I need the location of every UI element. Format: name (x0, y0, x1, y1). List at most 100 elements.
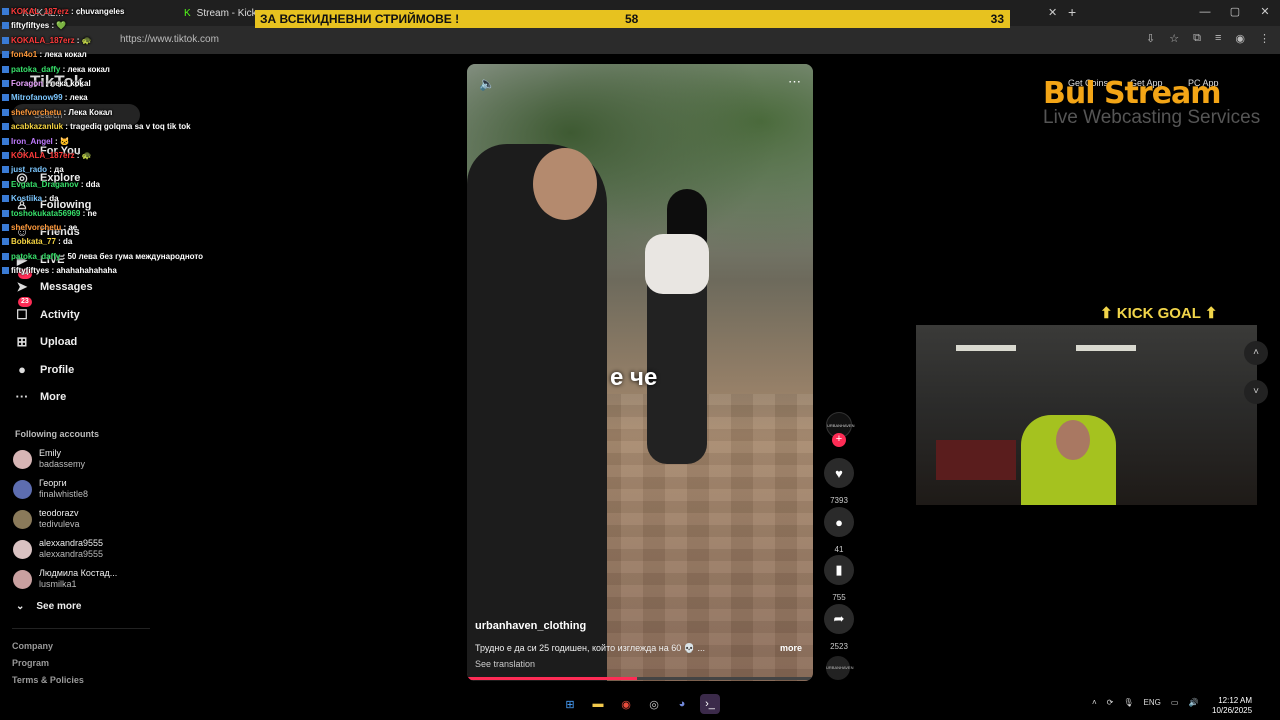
streamer-webcam (916, 325, 1257, 505)
file-explorer-icon[interactable]: ▬ (588, 694, 608, 714)
following-accounts-title: Following accounts (15, 429, 100, 439)
following-account-item[interactable]: alexxandra9555 alexxandra9555 (13, 538, 103, 560)
chat-badge-icon (2, 94, 9, 102)
address-bar: https://www.tiktok.com ⇩ ☆ ⧉ ≡ ◉ ⋮ (0, 26, 1280, 54)
footer-terms[interactable]: Terms & Policies (12, 675, 84, 685)
share-action[interactable]: ➦ 2523 (824, 604, 854, 651)
chat-message: Evgata_Draganov : dda (2, 180, 100, 189)
following-account-item[interactable]: Людмила Костад... lusmilka1 (13, 568, 117, 590)
mic-icon[interactable]: 🎙 (1123, 698, 1133, 707)
menu-icon[interactable]: ⋮ (1259, 32, 1270, 45)
install-icon[interactable]: ⇩ (1146, 32, 1155, 45)
comment-action[interactable]: ● 41 (824, 507, 854, 554)
sync-icon[interactable]: ⟳ (1107, 698, 1114, 707)
see-more-button[interactable]: ⌄ See more (16, 601, 81, 612)
chat-badge-icon (2, 166, 9, 174)
more-options-icon[interactable]: ⋯ (788, 74, 801, 90)
terminal-icon[interactable]: ›_ (700, 694, 720, 714)
next-video-button[interactable]: ˅ (1244, 380, 1268, 404)
sidebar-item-upload[interactable]: ⊞ Upload (14, 334, 78, 350)
share-icon[interactable]: ➦ (824, 604, 854, 634)
url-field[interactable]: https://www.tiktok.com (120, 34, 219, 45)
share-count: 2523 (830, 642, 848, 651)
sidebar-item-messages[interactable]: ➤ 64 Messages (14, 269, 93, 295)
language-indicator[interactable]: ENG (1144, 698, 1161, 707)
video-player[interactable]: 🔈 ⋯ е че urbanhaven_clothing Трудно е да… (467, 64, 813, 681)
comment-icon[interactable]: ● (824, 507, 854, 537)
network-icon[interactable]: ▭ (1171, 698, 1179, 707)
video-man-head (533, 148, 597, 220)
close-tab-icon[interactable]: ✕ (1048, 6, 1057, 19)
see-more-label: See more (36, 601, 82, 612)
upload-icon: ⊞ (16, 334, 28, 349)
taskbar-apps: ⊞ ▬ ◉ ◎ ◕ ›_ (560, 694, 720, 714)
discord-icon[interactable]: ◕ (672, 694, 692, 714)
sidebar-item-more[interactable]: ··· More (14, 389, 67, 404)
sidebar-item-label: Upload (40, 336, 78, 348)
chat-username: just_rado (11, 165, 48, 175)
video-author[interactable]: urbanhaven_clothing (475, 620, 586, 632)
toolbar-icons: ⇩ ☆ ⧉ ≡ ◉ ⋮ (1146, 32, 1270, 45)
star-icon[interactable]: ☆ (1169, 32, 1179, 45)
profile-icon[interactable]: ◉ (1235, 32, 1245, 45)
account-text: teodorazv tedivuleva (39, 508, 80, 530)
chat-badge-icon (2, 180, 9, 188)
new-tab-button[interactable]: + (1068, 4, 1076, 20)
follow-button[interactable]: + (832, 433, 846, 447)
see-translation-link[interactable]: See translation (475, 659, 535, 669)
extensions-icon[interactable]: ⧉ (1193, 32, 1201, 45)
chat-badge-icon (2, 80, 9, 87)
footer-program[interactable]: Program (12, 658, 49, 668)
volume-icon[interactable]: 🔈 (479, 76, 495, 92)
following-account-item[interactable]: Георги finalwhistle8 (13, 478, 88, 500)
sidebar-item-activity[interactable]: ☐ 23 Activity (14, 297, 80, 323)
chevron-up-icon[interactable]: ˄ (1092, 698, 1097, 707)
obs-icon[interactable]: ◎ (644, 694, 664, 714)
chat-username: Foragon (11, 79, 43, 88)
music-disc-icon[interactable]: URBANHAVEN (826, 656, 854, 680)
account-name: Георги (39, 478, 67, 488)
avatar (13, 479, 32, 499)
close-window-button[interactable]: ✕ (1250, 0, 1280, 26)
sidebar-item-label: More (40, 390, 67, 403)
banner-text: ЗА ВСЕКИДНЕВНИ СТРИЙМОВЕ ! (260, 12, 460, 26)
following-account-item[interactable]: Emily badassemy (13, 448, 85, 470)
ceiling-light (1076, 345, 1136, 351)
tab-title: Stream - Kick Dash (196, 7, 256, 19)
chat-badge-icon (2, 36, 9, 44)
chat-username: shefvorchetu (11, 107, 62, 117)
browser-tab-2[interactable]: K Stream - Kick Dash (176, 3, 256, 23)
minimize-button[interactable]: — (1190, 0, 1220, 26)
chat-text: 50 лева без гума международното (67, 251, 204, 261)
chat-text: chuvangeles (75, 7, 125, 16)
sidebar-item-profile[interactable]: ● Profile (14, 362, 74, 377)
windows-start-icon[interactable]: ⊞ (560, 694, 580, 714)
bulstream-logo-sub: Live Webcasting Services (1043, 107, 1261, 128)
chrome-icon[interactable]: ◉ (616, 694, 636, 714)
maximize-button[interactable]: ▢ (1220, 0, 1250, 26)
video-progress-bar[interactable] (467, 677, 813, 680)
like-count: 7393 (830, 496, 848, 505)
webcam-background-object (936, 440, 1016, 480)
system-clock[interactable]: 12:12 AM 10/26/2025 (1212, 696, 1252, 716)
previous-video-button[interactable]: ˄ (1244, 341, 1268, 365)
account-text: Людмила Костад... lusmilka1 (39, 568, 117, 590)
heart-icon[interactable]: ♥ (824, 458, 854, 488)
chat-message: shefvorchetu : ae (2, 223, 77, 232)
bookmark-icon[interactable]: ▮ (824, 555, 854, 585)
messages-icon: ➤ 64 (14, 269, 32, 295)
chat-badge-icon (2, 137, 9, 145)
media-icon[interactable]: ≡ (1215, 32, 1221, 45)
chat-message: Foragon : лека kokal (2, 79, 91, 88)
description-more-button[interactable]: more (780, 643, 802, 653)
footer-company[interactable]: Company (12, 641, 53, 651)
like-action[interactable]: ♥ 7393 (824, 458, 854, 505)
chat-separator: : (78, 179, 86, 189)
avatar (13, 569, 32, 589)
chat-separator: : (52, 136, 60, 146)
save-action[interactable]: ▮ 755 (824, 555, 854, 602)
volume-tray-icon[interactable]: 🔊 (1188, 698, 1198, 707)
following-account-item[interactable]: teodorazv tedivuleva (13, 508, 80, 530)
kick-icon: K (184, 7, 191, 19)
banner-counter-1: 58 (625, 12, 639, 26)
